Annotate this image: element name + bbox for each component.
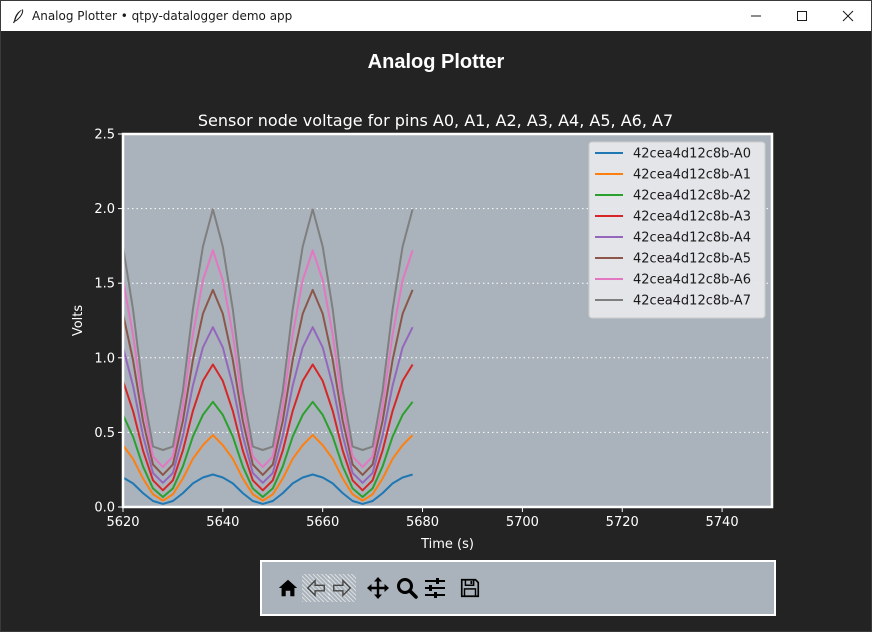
arrow-right-icon	[333, 579, 352, 597]
legend-entry: 42cea4d12c8b-A1	[633, 168, 751, 183]
legend-entry: 42cea4d12c8b-A6	[633, 273, 751, 288]
x-tick-label: 5620	[106, 515, 139, 530]
legend-entry: 42cea4d12c8b-A3	[633, 210, 751, 225]
plot-toolbar	[260, 560, 776, 616]
x-tick-label: 5720	[606, 515, 639, 530]
back-button[interactable]	[302, 574, 330, 602]
floppy-disk-icon	[460, 578, 480, 598]
magnifier-icon	[397, 578, 418, 599]
y-tick-label: 2.5	[94, 128, 115, 143]
x-tick-label: 5640	[206, 515, 239, 530]
legend-entry: 42cea4d12c8b-A2	[633, 189, 751, 204]
legend-entry: 42cea4d12c8b-A7	[633, 294, 751, 309]
x-tick-label: 5740	[706, 515, 739, 530]
x-tick-label: 5680	[406, 515, 439, 530]
home-icon	[278, 579, 298, 597]
y-tick-label: 2.0	[94, 202, 115, 217]
app-window: Analog Plotter • qtpy-datalogger demo ap…	[0, 0, 872, 632]
pan-button[interactable]	[364, 574, 392, 602]
forward-button[interactable]	[328, 574, 356, 602]
y-tick-label: 0.5	[94, 426, 115, 441]
chart-title: Sensor node voltage for pins A0, A1, A2,…	[198, 111, 673, 130]
configure-subplots-button[interactable]	[421, 574, 449, 602]
save-button[interactable]	[456, 574, 484, 602]
x-tick-label: 5660	[306, 515, 339, 530]
x-tick-label: 5700	[506, 515, 539, 530]
legend-entry: 42cea4d12c8b-A0	[633, 147, 751, 162]
move-icon	[367, 577, 389, 599]
y-tick-label: 1.5	[94, 277, 115, 292]
zoom-button[interactable]	[393, 574, 421, 602]
y-tick-label: 1.0	[94, 351, 115, 366]
voltage-chart[interactable]: 5620 5640 5660 5680 5700 5720 5740 0.0 0.5 1.0 1.5…	[1, 1, 871, 561]
y-axis-label: Volts	[71, 305, 86, 337]
legend-entry: 42cea4d12c8b-A5	[633, 252, 751, 267]
x-axis-label: Time (s)	[420, 537, 474, 552]
arrow-left-icon	[306, 579, 325, 597]
sliders-icon	[425, 578, 445, 598]
legend-entry: 42cea4d12c8b-A4	[633, 231, 751, 246]
home-button[interactable]	[274, 574, 302, 602]
y-tick-label: 0.0	[94, 501, 115, 516]
